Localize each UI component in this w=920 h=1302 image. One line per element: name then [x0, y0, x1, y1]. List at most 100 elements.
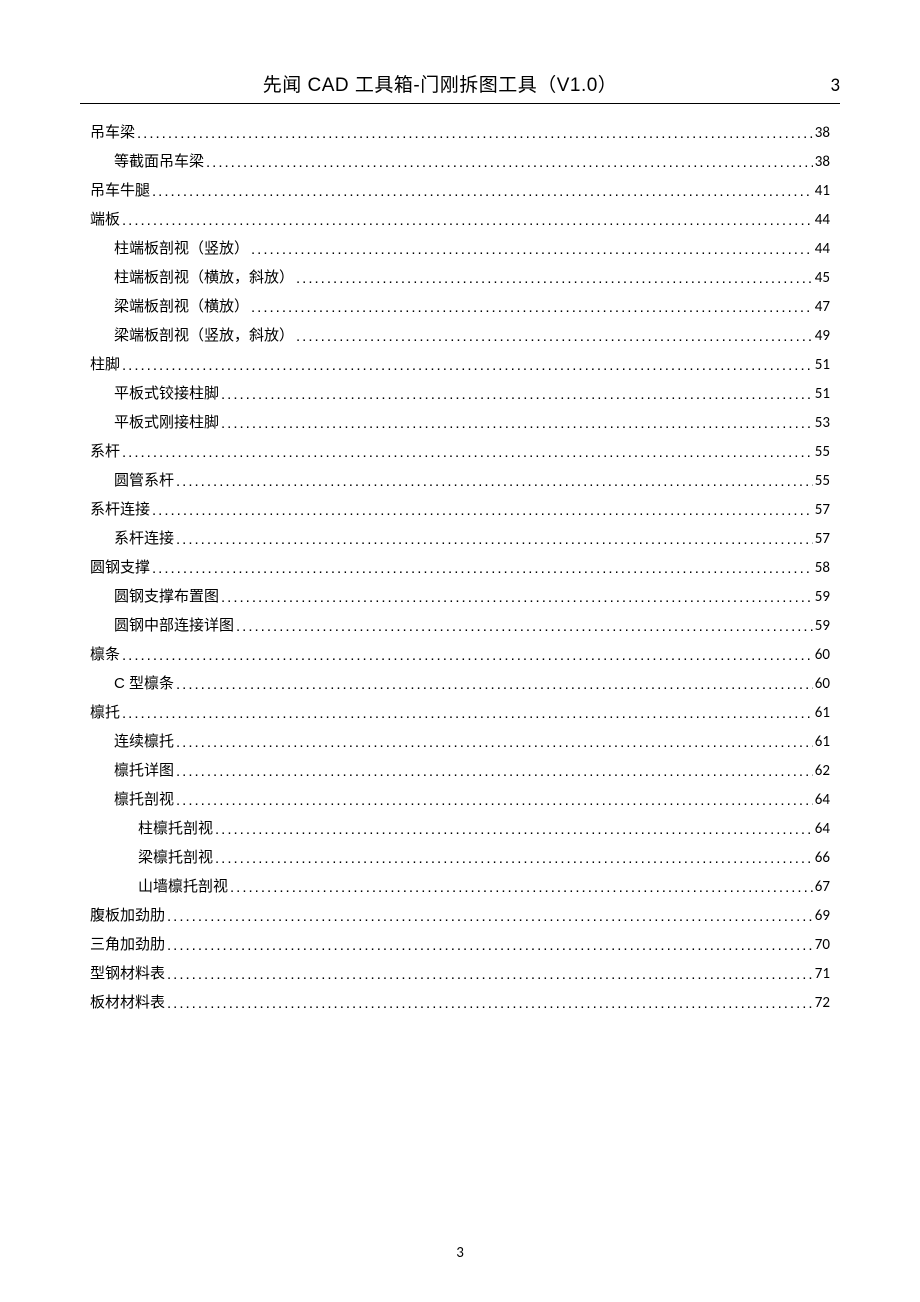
toc-leader-dots [176, 529, 813, 550]
toc-entry-page: 51 [815, 355, 830, 376]
toc-entry-label: 连续檩托 [114, 731, 174, 752]
toc-entry-page: 59 [815, 616, 830, 637]
toc-entry-page: 41 [815, 181, 830, 202]
toc-leader-dots [176, 761, 813, 782]
toc-entry-label: 吊车梁 [90, 122, 135, 143]
toc-entry[interactable]: 圆管系杆55 [90, 470, 830, 492]
toc-entry-page: 60 [815, 674, 830, 695]
document-page: 先闻 CAD 工具箱-门刚拆图工具（V1.0） 3 吊车梁38等截面吊车梁38吊… [0, 0, 920, 1014]
toc-entry[interactable]: 系杆连接57 [90, 499, 830, 521]
toc-entry[interactable]: 檩条 60 [90, 644, 830, 666]
toc-entry-page: 64 [815, 790, 830, 811]
toc-entry[interactable]: 三角加劲肋 70 [90, 934, 830, 956]
toc-entry-label: 柱檩托剖视 [138, 818, 213, 839]
toc-entry-label: 板材材料表 [90, 992, 165, 1013]
toc-entry[interactable]: 连续檩托61 [90, 731, 830, 753]
toc-entry-page: 70 [815, 935, 830, 956]
toc-entry-label: 圆钢支撑布置图 [114, 586, 219, 607]
toc-entry[interactable]: 腹板加劲肋 69 [90, 905, 830, 927]
toc-entry-label: 梁檩托剖视 [138, 847, 213, 868]
toc-entry-label: 柱端板剖视（横放，斜放） [114, 267, 294, 288]
toc-entry-label: 平板式铰接柱脚 [114, 383, 219, 404]
toc-entry[interactable]: 型钢材料表71 [90, 963, 830, 985]
toc-entry-label: C 型檩条 [114, 673, 174, 694]
toc-entry-page: 47 [815, 297, 830, 318]
toc-entry-label: 腹板加劲肋 [90, 905, 165, 926]
toc-leader-dots [167, 964, 813, 985]
toc-entry-page: 55 [815, 471, 830, 492]
toc-entry[interactable]: 柱脚 51 [90, 354, 830, 376]
toc-leader-dots [251, 297, 813, 318]
toc-leader-dots [152, 558, 813, 579]
toc-leader-dots [176, 471, 813, 492]
toc-entry[interactable]: 吊车梁38 [90, 122, 830, 144]
toc-entry-page: 69 [815, 906, 830, 927]
toc-entry-label: 平板式刚接柱脚 [114, 412, 219, 433]
toc-entry-page: 44 [815, 210, 830, 231]
toc-entry[interactable]: 柱端板剖视（竖放） 44 [90, 238, 830, 260]
toc-entry-page: 71 [815, 964, 830, 985]
toc-leader-dots [296, 268, 813, 289]
toc-entry-label: 圆钢中部连接详图 [114, 615, 234, 636]
toc-leader-dots [221, 587, 813, 608]
toc-entry-page: 58 [815, 558, 830, 579]
toc-entry[interactable]: 板材材料表72 [90, 992, 830, 1014]
toc-leader-dots [206, 152, 813, 173]
toc-entry-label: 系杆 [90, 441, 120, 462]
toc-entry[interactable]: 平板式刚接柱脚53 [90, 412, 830, 434]
toc-leader-dots [176, 674, 813, 695]
toc-entry[interactable]: 梁端板剖视（横放） 47 [90, 296, 830, 318]
toc-entry[interactable]: 圆钢支撑 58 [90, 557, 830, 579]
toc-leader-dots [122, 210, 813, 231]
toc-entry[interactable]: 系杆连接57 [90, 528, 830, 550]
toc-entry-label: 三角加劲肋 [90, 934, 165, 955]
toc-entry-label: 檩托 [90, 702, 120, 723]
header-title: 先闻 CAD 工具箱-门刚拆图工具（V1.0） [80, 70, 800, 97]
toc-leader-dots [296, 326, 813, 347]
toc-entry-label: 吊车牛腿 [90, 180, 150, 201]
toc-entry[interactable]: 柱檩托剖视64 [90, 818, 830, 840]
toc-leader-dots [221, 384, 813, 405]
toc-leader-dots [176, 790, 813, 811]
toc-entry-page: 51 [815, 384, 830, 405]
toc-leader-dots [176, 732, 813, 753]
toc-leader-dots [167, 993, 813, 1014]
toc-entry-label: 圆钢支撑 [90, 557, 150, 578]
toc-entry-page: 57 [815, 529, 830, 550]
toc-entry[interactable]: 檩托详图62 [90, 760, 830, 782]
toc-entry-label: 柱脚 [90, 354, 120, 375]
toc-entry-page: 57 [815, 500, 830, 521]
toc-entry-page: 44 [815, 239, 830, 260]
toc-entry-page: 67 [815, 877, 830, 898]
toc-leader-dots [230, 877, 813, 898]
toc-leader-dots [167, 935, 813, 956]
toc-entry[interactable]: 圆钢中部连接详图 59 [90, 615, 830, 637]
toc-entry[interactable]: 系杆55 [90, 441, 830, 463]
toc-entry-page: 62 [815, 761, 830, 782]
toc-entry-label: 檩条 [90, 644, 120, 665]
toc-entry[interactable]: 梁端板剖视（竖放，斜放）49 [90, 325, 830, 347]
toc-entry-label: 梁端板剖视（横放） [114, 296, 249, 317]
toc-leader-dots [251, 239, 813, 260]
toc-entry[interactable]: 檩托剖视 64 [90, 789, 830, 811]
toc-entry[interactable]: 圆钢支撑布置图 59 [90, 586, 830, 608]
toc-entry[interactable]: 平板式铰接柱脚 51 [90, 383, 830, 405]
toc-entry[interactable]: C 型檩条 60 [90, 673, 830, 695]
toc-entry[interactable]: 山墙檩托剖视67 [90, 876, 830, 898]
toc-leader-dots [221, 413, 813, 434]
toc-entry[interactable]: 吊车牛腿 41 [90, 180, 830, 202]
toc-entry-label: 檩托剖视 [114, 789, 174, 810]
toc-entry-page: 60 [815, 645, 830, 666]
toc-entry[interactable]: 等截面吊车梁38 [90, 151, 830, 173]
toc-entry[interactable]: 端板44 [90, 209, 830, 231]
toc-entry-page: 49 [815, 326, 830, 347]
toc-entry[interactable]: 梁檩托剖视66 [90, 847, 830, 869]
toc-entry-page: 59 [815, 587, 830, 608]
toc-entry-page: 38 [815, 152, 830, 173]
toc-entry-label: 柱端板剖视（竖放） [114, 238, 249, 259]
toc-entry[interactable]: 柱端板剖视（横放，斜放）45 [90, 267, 830, 289]
toc-leader-dots [215, 819, 813, 840]
toc-entry[interactable]: 檩托61 [90, 702, 830, 724]
toc-leader-dots [122, 355, 813, 376]
toc-leader-dots [215, 848, 813, 869]
